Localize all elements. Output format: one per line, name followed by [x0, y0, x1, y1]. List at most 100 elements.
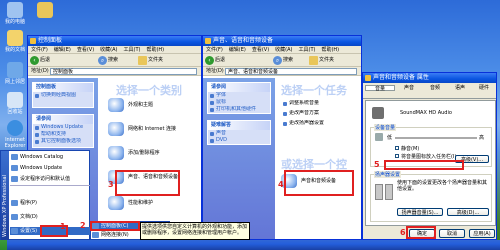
back-arrow-icon: ‹	[30, 56, 39, 65]
control-panel-icon	[30, 38, 36, 44]
address-bar: 地址(D) 声音、语音和音频设备	[203, 67, 361, 76]
tab-hardware[interactable]: 硬件	[473, 85, 495, 91]
task-link[interactable]: 更改声音方案	[281, 110, 319, 117]
box-title: 请参阅	[208, 83, 270, 92]
desktop-icon-documents[interactable]: 我的文档	[2, 30, 28, 53]
speaker-icon	[375, 133, 383, 141]
annotation-2: 2	[80, 221, 86, 230]
troubleshoot-box: 疑难解答 声音 DVD	[207, 120, 271, 145]
annotation-1: 1	[60, 222, 66, 231]
content-area: 选择一个任务 调整系统音量 更改声音方案 更改扬声器设置 或选择一个控 声音和音…	[275, 78, 361, 239]
low-label: 低	[387, 135, 393, 141]
annotation-3: 3	[108, 180, 114, 189]
see-also-link[interactable]: Windows Update	[33, 124, 93, 131]
documents-icon	[11, 214, 18, 220]
menu-bar: 文件(F) 编辑(E) 查看(V) 收藏(A) 工具(T) 帮助(H)	[203, 46, 361, 54]
category-add-remove[interactable]: 添加/删除程序	[108, 146, 160, 160]
menu-item-programs[interactable]: 程序(P)	[10, 199, 90, 207]
see-also-link[interactable]: 其它控制面板选项	[33, 138, 93, 145]
back-button[interactable]: ‹ 后退	[30, 56, 50, 65]
see-also-link[interactable]: 鼠标	[208, 99, 270, 106]
menu-favorites[interactable]: 收藏(A)	[275, 47, 292, 53]
menu-help[interactable]: 帮助(H)	[146, 47, 164, 53]
menu-file[interactable]: 文件(F)	[206, 47, 223, 53]
speaker-volume-button[interactable]: 扬声器音量(S)...	[397, 208, 443, 216]
highlight-sounds-category	[115, 170, 180, 196]
computer-icon	[7, 2, 23, 18]
troubleshoot-link[interactable]: DVD	[208, 137, 270, 144]
category-performance[interactable]: 性能和维护	[108, 196, 153, 210]
recycle-bin-icon	[7, 92, 23, 108]
sounds-window: 声音、语音和音频设备 文件(F) 编辑(E) 查看(V) 收藏(A) 工具(T) 帮助(H…	[202, 35, 362, 240]
search-icon: ⌕	[273, 56, 282, 65]
troubleshoot-link[interactable]: 声音	[208, 130, 270, 137]
menu-item-program-access[interactable]: 设定程序访问和默认值	[10, 175, 90, 183]
start-button[interactable]	[0, 240, 7, 250]
category-network[interactable]: 网络和 Internet 连接	[108, 122, 176, 136]
speaker-advanced-button[interactable]: 高级(D)...	[447, 208, 489, 216]
high-label: 高	[479, 135, 485, 141]
title-bar[interactable]: 声音和音频设备 属性	[363, 73, 496, 83]
menu-favorites[interactable]: 收藏(A)	[100, 47, 117, 53]
tab-voice[interactable]: 语声	[449, 85, 471, 91]
title-bar[interactable]: 控制面板	[28, 36, 201, 46]
desktop-icon-recycle[interactable]: 回收站	[2, 92, 28, 115]
folders-button[interactable]: 文件夹	[138, 56, 163, 65]
back-button[interactable]: ‹ 后退	[205, 56, 225, 65]
update-icon	[11, 165, 18, 171]
tooltip: 提供选项供您自定义计算机的外观和功能，添加或删除程序，设置网络连接和管理用户帐户…	[140, 222, 250, 240]
audio-properties-dialog: 声音和音频设备 属性 音量 声音 音频 语声 硬件 SoundMAX HD Au…	[362, 72, 497, 240]
checkbox-box	[395, 154, 399, 158]
box-title: 控制面板	[33, 83, 93, 92]
folder-icon	[138, 56, 147, 65]
menu-item-documents[interactable]: 文档(D)	[10, 213, 90, 221]
annotation-6: 6	[400, 228, 406, 237]
switch-classic-view-link[interactable]: 切换到经典视图	[33, 92, 93, 99]
mute-checkbox[interactable]: 静音(M)	[395, 145, 419, 152]
volume-slider[interactable]	[395, 137, 477, 139]
menu-tools[interactable]: 工具(T)	[124, 47, 141, 53]
menu-file[interactable]: 文件(F)	[31, 47, 48, 53]
tab-sounds[interactable]: 声音	[397, 85, 421, 91]
network-icon	[7, 62, 23, 78]
programs-icon	[108, 146, 124, 160]
desktop-icon-network[interactable]: 网上邻居	[2, 62, 28, 85]
tab-audio[interactable]: 音频	[423, 85, 447, 91]
task-heading: 选择一个任务	[281, 84, 347, 97]
category-appearance[interactable]: 外观和主题	[108, 98, 153, 112]
task-link[interactable]: 更改扬声器设置	[281, 120, 324, 127]
title-bar[interactable]: 声音、语音和音频设备	[203, 36, 361, 46]
appearance-icon	[108, 98, 124, 112]
address-input[interactable]: 声音、语音和音频设备	[225, 68, 357, 75]
menu-help[interactable]: 帮助(H)	[321, 47, 339, 53]
speaker-group: 扬声器设置 使用下面的设置更改各个扬声器音量和其他设置。 扬声器音量(S)...…	[370, 171, 492, 222]
menu-view[interactable]: 查看(V)	[252, 47, 269, 53]
see-also-link[interactable]: 字体	[208, 92, 270, 99]
see-also-link[interactable]: 打印机和其他硬件	[208, 106, 270, 113]
start-menu-sidebar-text: Windows XP Professional	[2, 175, 8, 237]
documents-icon	[7, 30, 23, 46]
content-area: 选择一个类别 外观和主题 网络和 Internet 连接 添加/删除程序 声音、…	[98, 78, 201, 239]
cancel-button[interactable]: 取消	[439, 229, 465, 238]
search-button[interactable]: ⌕ 搜索	[273, 56, 293, 65]
annotation-5: 5	[374, 160, 380, 169]
desktop-icon-ie[interactable]: Internet Explorer	[2, 120, 28, 149]
apply-button[interactable]: 应用(A)	[469, 229, 495, 238]
tab-volume[interactable]: 音量	[365, 85, 395, 92]
menu-tools[interactable]: 工具(T)	[299, 47, 316, 53]
menu-view[interactable]: 查看(V)	[77, 47, 94, 53]
folders-button[interactable]: 文件夹	[309, 56, 334, 65]
menu-edit[interactable]: 编辑(E)	[229, 47, 246, 53]
menu-edit[interactable]: 编辑(E)	[54, 47, 71, 53]
see-also-box: 请参阅 Windows Update 帮助和支持 其它控制面板选项	[32, 114, 94, 148]
desktop-icon-folder[interactable]	[32, 2, 58, 19]
speaker-icon	[205, 38, 211, 44]
address-input[interactable]: 控制面板	[50, 68, 197, 75]
search-button[interactable]: ⌕ 搜索	[98, 56, 118, 65]
tray-checkbox[interactable]: 将音量图标放入任务栏(I)	[395, 153, 456, 160]
menu-item-windows-catalog[interactable]: Windows Catalog	[10, 153, 90, 161]
see-also-link[interactable]: 帮助和支持	[33, 131, 93, 138]
desktop-icon-my-computer[interactable]: 我的电脑	[2, 2, 28, 25]
menu-item-windows-update[interactable]: Windows Update	[10, 164, 90, 172]
task-link[interactable]: 调整系统音量	[281, 100, 319, 107]
